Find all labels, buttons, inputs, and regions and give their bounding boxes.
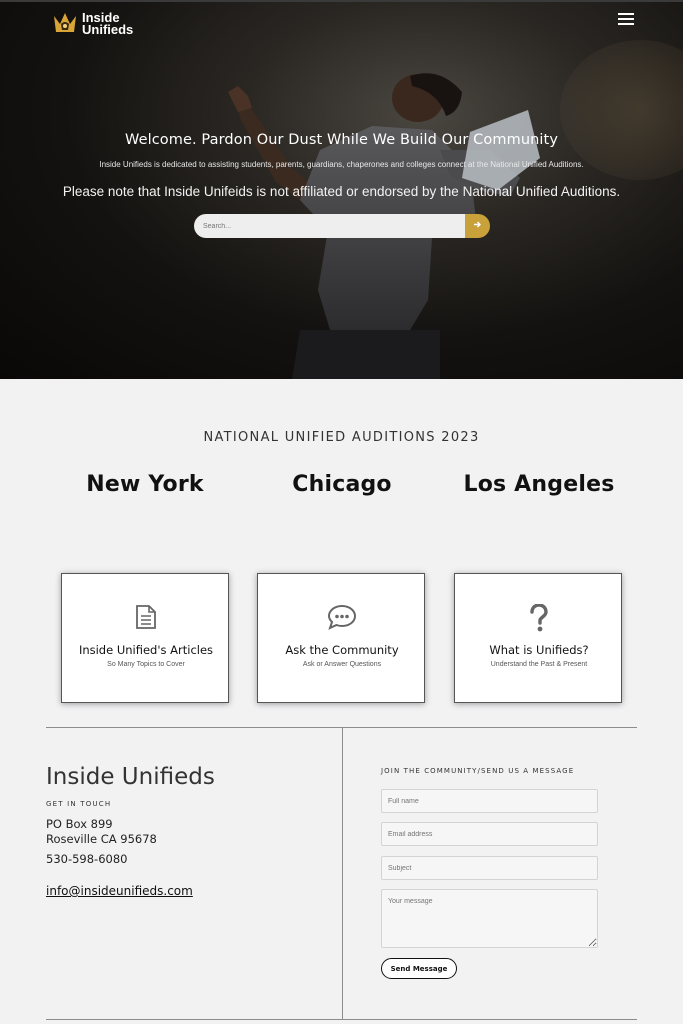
contact-brand-title: Inside Unifieds xyxy=(46,764,215,790)
chat-bubble-icon xyxy=(327,604,357,630)
card-articles-subtitle: So Many Topics to Cover xyxy=(107,661,185,668)
hamburger-menu-icon[interactable] xyxy=(618,13,634,26)
phone-number: 530-598-6080 xyxy=(46,852,128,866)
arrow-right-icon xyxy=(474,221,481,228)
hero-title: Welcome. Pardon Our Dust While We Build … xyxy=(124,132,558,148)
search-bar xyxy=(194,214,490,238)
hero-banner: Inside Unifieds Welcome. Pardon Our Dust… xyxy=(0,0,683,379)
hero-subtitle: Inside Unifieds is dedicated to assistin… xyxy=(99,160,584,169)
email-field[interactable] xyxy=(381,822,598,846)
document-icon xyxy=(136,605,156,629)
card-what-is-unifieds[interactable]: What is Unifieds? Understand the Past & … xyxy=(454,573,622,703)
logo-line-2: Unifieds xyxy=(82,22,134,37)
email-link[interactable]: info@insideunifieds.com xyxy=(46,884,193,898)
card-articles[interactable]: Inside Unified's Articles So Many Topics… xyxy=(61,573,229,703)
get-in-touch-label: GET IN TOUCH xyxy=(46,800,112,808)
subject-field[interactable] xyxy=(381,856,598,880)
column-divider xyxy=(342,727,343,1020)
card-community-subtitle: Ask or Answer Questions xyxy=(302,661,382,668)
crown-logo-icon xyxy=(54,13,76,32)
card-unifieds-title: What is Unifieds? xyxy=(489,643,589,657)
card-community[interactable]: Ask the Community Ask or Answer Question… xyxy=(257,573,425,703)
message-field[interactable] xyxy=(381,889,598,948)
hero-disclaimer: Please note that Inside Unifeids is not … xyxy=(62,184,621,199)
card-unifieds-subtitle: Understand the Past & Present xyxy=(490,661,588,668)
address-line-1: PO Box 899 xyxy=(46,817,113,831)
city-chicago: Chicago xyxy=(292,472,392,497)
logo-text: Inside Unifieds xyxy=(82,11,134,37)
contact-form-heading: JOIN THE COMMUNITY/SEND US A MESSAGE xyxy=(381,767,575,775)
site-logo[interactable]: Inside Unifieds xyxy=(52,10,133,38)
address-line-2: Roseville CA 95678 xyxy=(46,832,157,846)
send-message-button[interactable]: Send Message xyxy=(381,958,457,979)
search-submit-button[interactable] xyxy=(465,214,490,238)
city-new-york: New York xyxy=(86,472,204,497)
city-los-angeles: Los Angeles xyxy=(463,472,615,497)
search-input[interactable] xyxy=(194,214,465,238)
card-community-title: Ask the Community xyxy=(285,643,399,657)
auditions-heading: NATIONAL UNIFIED AUDITIONS 2023 xyxy=(203,430,480,445)
question-mark-icon xyxy=(530,604,548,632)
section-divider-bottom xyxy=(46,1019,637,1020)
card-articles-title: Inside Unified's Articles xyxy=(78,643,214,657)
full-name-field[interactable] xyxy=(381,789,598,813)
